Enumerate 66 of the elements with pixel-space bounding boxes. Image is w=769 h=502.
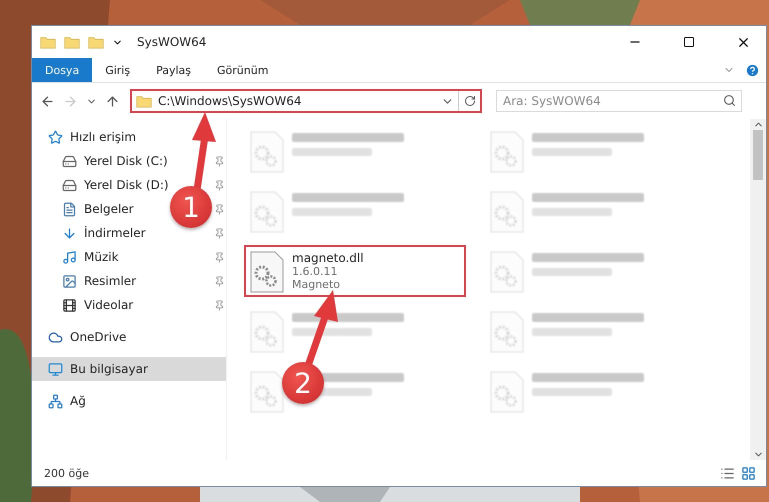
file-icon [250,371,284,413]
pin-icon[interactable] [214,180,225,190]
scrollbar-thumb[interactable] [753,130,763,180]
file-icon [250,311,284,353]
folder-icon [40,36,56,48]
pin-icon[interactable] [214,204,225,214]
item-count: 200 öğe [44,466,89,480]
file-icon [250,191,284,233]
file-detail: 1.6.0.11 [292,265,338,278]
folder-icon [64,36,80,48]
file-name: magneto.dll [292,251,364,265]
pin-icon[interactable] [214,156,225,166]
monitor-icon [48,362,63,376]
file-icon [490,191,524,233]
download-icon [62,226,77,240]
ribbon-tab[interactable]: Dosya [32,58,92,82]
search-field[interactable]: Ara: SysWOW64 [496,90,742,112]
document-icon [62,202,77,216]
search-icon[interactable] [723,94,736,107]
file-detail: Magneto [292,278,341,291]
address-field[interactable]: C:\Windows\SysWOW64 [130,89,482,113]
back-icon [40,94,55,108]
sidebar-item[interactable]: Bu bilgisayar [48,362,148,376]
maximize-icon [683,36,695,48]
drive-icon [62,154,77,168]
sidebar-item[interactable]: Belgeler [62,202,134,216]
window-title: SysWOW64 [137,35,208,49]
ribbon-tab[interactable]: Giriş [92,58,144,82]
sidebar-item[interactable]: Videolar [62,298,134,312]
music-icon [62,250,77,264]
image-icon [62,274,77,288]
pin-icon[interactable] [214,228,225,238]
pin-icon[interactable] [214,252,225,262]
sidebar-item[interactable]: OneDrive [48,330,126,344]
cloud-icon [48,330,63,344]
pin-icon[interactable] [214,276,225,286]
file-item[interactable]: magneto.dll 1.6.0.11 Magneto [244,245,466,297]
sidebar-item[interactable]: İndirmeler [62,226,146,240]
drive-icon [62,178,77,192]
sidebar-item[interactable]: Yerel Disk (D:) [62,178,169,192]
details-view-icon[interactable] [720,466,735,480]
file-icon [250,251,284,293]
up-icon [105,94,120,108]
sidebar-item[interactable]: Ağ [48,394,86,408]
file-icon [490,251,524,293]
ribbon-tab[interactable]: Paylaş [143,58,204,82]
file-icon [250,131,284,173]
ribbon-tab[interactable]: Görünüm [204,58,282,82]
scrollbar[interactable] [750,119,766,460]
refresh-icon [464,95,476,107]
sidebar-item[interactable]: Resimler [62,274,136,288]
tiles-view-icon[interactable] [741,466,756,480]
sidebar-item[interactable]: Yerel Disk (C:) [62,154,168,168]
folder-icon [88,36,104,48]
forward-icon [63,94,78,108]
sidebar-item[interactable]: Müzik [62,250,119,264]
file-icon [490,371,524,413]
file-icon [490,311,524,353]
help-icon[interactable] [745,62,760,78]
network-icon [48,394,63,408]
pin-icon[interactable] [214,300,225,310]
star-icon [48,130,63,144]
film-icon [62,298,77,312]
sidebar-item[interactable]: Hızlı erişim [48,130,136,144]
file-icon [490,131,524,173]
folder-icon [136,94,152,108]
